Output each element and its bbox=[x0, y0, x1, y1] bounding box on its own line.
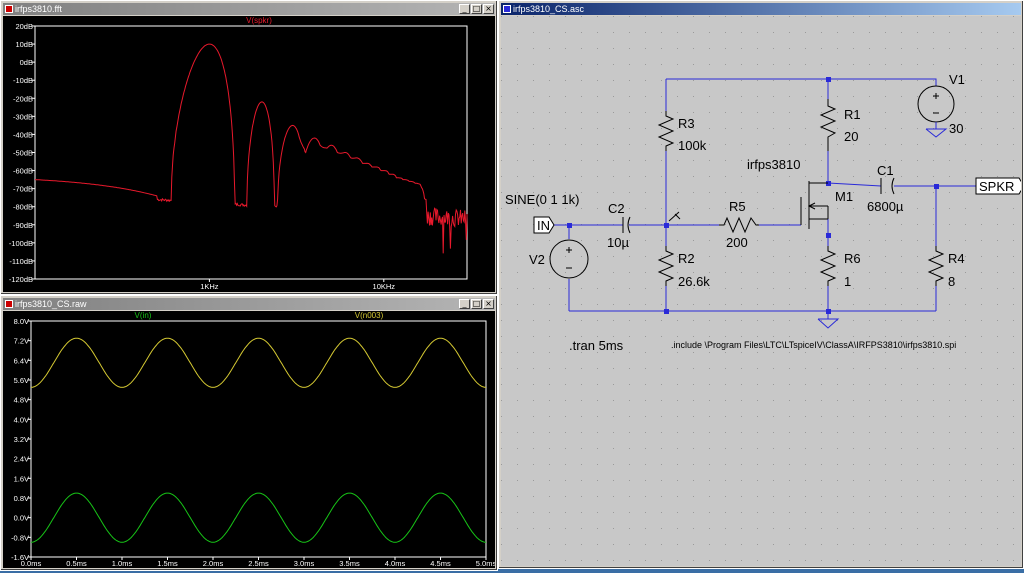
label-r4[interactable]: R4 bbox=[948, 251, 965, 266]
y-tick-label: 1.6V bbox=[14, 474, 29, 483]
label-r5-value[interactable]: 200 bbox=[726, 235, 748, 250]
y-tick-label: 0.0V bbox=[14, 514, 29, 523]
y-tick-label: -120dB bbox=[9, 275, 33, 284]
label-v1-value[interactable]: 30 bbox=[949, 121, 963, 136]
close-button[interactable]: × bbox=[483, 299, 494, 309]
y-tick-label: -80dB bbox=[13, 203, 33, 212]
label-r6-value[interactable]: 1 bbox=[844, 274, 851, 289]
schematic-window-title: irfps3810_CS.asc bbox=[513, 4, 585, 14]
schematic-window-titlebar[interactable]: irfps3810_CS.asc bbox=[501, 3, 1021, 15]
label-r3-value[interactable]: 100k bbox=[678, 138, 707, 153]
label-r4-value[interactable]: 8 bbox=[948, 274, 955, 289]
schematic-grid bbox=[501, 16, 1021, 566]
waveform-window-icon bbox=[5, 5, 13, 13]
x-tick-label: 4.5ms bbox=[430, 559, 451, 568]
y-tick-label: -110dB bbox=[9, 257, 33, 266]
transient-window-title: irfps3810_CS.raw bbox=[15, 299, 87, 309]
net-label-spkr[interactable]: SPKR bbox=[979, 179, 1014, 194]
y-tick-label: 4.0V bbox=[14, 415, 29, 424]
x-tick-label: 4.0ms bbox=[385, 559, 406, 568]
schematic-window-icon bbox=[503, 5, 511, 13]
fft-trace-vspkr[interactable] bbox=[35, 43, 468, 254]
x-tick-label: 0.0ms bbox=[21, 559, 42, 568]
x-tick-label: 5.0ms bbox=[476, 559, 495, 568]
schematic-window: irfps3810_CS.asc V1 30 R1 20 R3 100k irf… bbox=[498, 0, 1024, 569]
spice-directive-tran[interactable]: .tran 5ms bbox=[569, 338, 624, 353]
y-tick-label: 20dB bbox=[15, 22, 33, 31]
label-r6[interactable]: R6 bbox=[844, 251, 861, 266]
y-tick-label: -10dB bbox=[13, 76, 33, 85]
y-tick-label: -30dB bbox=[13, 112, 33, 121]
transient-plot-area[interactable]: V(in) V(n003) 8.0V 7.2V 6.4V 5.6V 4.8V 4.0V 3.… bbox=[3, 311, 496, 568]
minimize-button[interactable]: _ bbox=[459, 299, 470, 309]
label-sine[interactable]: SINE(0 1 1k) bbox=[505, 192, 579, 207]
y-tick-label: -50dB bbox=[13, 149, 33, 158]
y-tick-label: 6.4V bbox=[14, 356, 29, 365]
label-r1-value[interactable]: 20 bbox=[844, 129, 858, 144]
fft-trace-label[interactable]: V(spkr) bbox=[246, 16, 272, 25]
trace-label-vn003[interactable]: V(n003) bbox=[355, 311, 384, 320]
x-tick-label: 2.0ms bbox=[203, 559, 224, 568]
y-tick-label: 7.2V bbox=[14, 337, 29, 346]
label-r2[interactable]: R2 bbox=[678, 251, 695, 266]
y-tick-label: 2.4V bbox=[14, 455, 29, 464]
transient-window: irfps3810_CS.raw _ □ × V(in) V(n003) 8.0… bbox=[0, 295, 498, 571]
fft-window: irfps3810.fft _ □ × V(spkr) 20dB 10dB 0dB -… bbox=[0, 0, 498, 295]
y-tick-label: 0dB bbox=[20, 58, 33, 67]
y-tick-label: 4.8V bbox=[14, 396, 29, 405]
x-tick-label: 1.5ms bbox=[157, 559, 178, 568]
y-tick-label: -20dB bbox=[13, 94, 33, 103]
label-c1-value[interactable]: 6800µ bbox=[867, 199, 904, 214]
fft-window-title: irfps3810.fft bbox=[15, 4, 62, 14]
fft-plot-area[interactable]: V(spkr) 20dB 10dB 0dB -10dB -20dB -30dB -40dB -… bbox=[3, 16, 495, 292]
y-tick-label: -40dB bbox=[13, 130, 33, 139]
label-v2[interactable]: V2 bbox=[529, 252, 545, 267]
label-c2[interactable]: C2 bbox=[608, 201, 625, 216]
label-r1[interactable]: R1 bbox=[844, 107, 861, 122]
fft-plot-svg[interactable]: V(spkr) 20dB 10dB 0dB -10dB -20dB -30dB -40dB -… bbox=[3, 16, 495, 292]
net-label-in[interactable]: IN bbox=[537, 218, 550, 233]
y-tick-label: 8.0V bbox=[14, 317, 29, 326]
label-v1[interactable]: V1 bbox=[949, 72, 965, 87]
close-button[interactable]: × bbox=[483, 4, 494, 14]
label-m1[interactable]: M1 bbox=[835, 189, 853, 204]
x-tick-label: 3.5ms bbox=[339, 559, 360, 568]
x-tick-label: 2.5ms bbox=[248, 559, 269, 568]
schematic-canvas[interactable]: V1 30 R1 20 R3 100k irfps3810 M1 C1 6800… bbox=[501, 16, 1024, 566]
label-r2-value[interactable]: 26.6k bbox=[678, 274, 710, 289]
transient-plot-svg[interactable]: V(in) V(n003) 8.0V 7.2V 6.4V 5.6V 4.8V 4.0V 3.… bbox=[3, 311, 496, 568]
label-r3[interactable]: R3 bbox=[678, 116, 695, 131]
x-tick-label: 1.0ms bbox=[112, 559, 133, 568]
y-tick-label: 5.6V bbox=[14, 376, 29, 385]
label-m1-model[interactable]: irfps3810 bbox=[747, 157, 800, 172]
x-tick-label: 3.0ms bbox=[294, 559, 315, 568]
spice-directive-include[interactable]: .include \Program Files\LTC\LTspiceIV\Cl… bbox=[671, 340, 956, 350]
transient-window-titlebar[interactable]: irfps3810_CS.raw _ □ × bbox=[3, 298, 495, 310]
y-tick-label: -70dB bbox=[13, 185, 33, 194]
trace-vn003[interactable] bbox=[30, 337, 487, 388]
trace-vin[interactable] bbox=[30, 492, 487, 543]
y-tick-label: -90dB bbox=[13, 221, 33, 230]
y-tick-label: 0.8V bbox=[14, 494, 29, 503]
waveform-window-icon bbox=[5, 300, 13, 308]
x-tick-label: 1KHz bbox=[200, 282, 219, 291]
transient-plot-frame bbox=[30, 320, 487, 558]
x-tick-label: 0.5ms bbox=[66, 559, 87, 568]
y-tick-label: -60dB bbox=[13, 167, 33, 176]
y-tick-label: -100dB bbox=[9, 239, 33, 248]
fft-plot-frame bbox=[34, 25, 468, 280]
label-c1[interactable]: C1 bbox=[877, 163, 894, 178]
fft-window-titlebar[interactable]: irfps3810.fft _ □ × bbox=[3, 3, 495, 15]
maximize-button[interactable]: □ bbox=[471, 4, 482, 14]
x-tick-label: 10KHz bbox=[373, 282, 396, 291]
trace-label-vin[interactable]: V(in) bbox=[135, 311, 152, 320]
label-r5[interactable]: R5 bbox=[729, 199, 746, 214]
y-tick-label: 3.2V bbox=[14, 435, 29, 444]
y-tick-label: 10dB bbox=[15, 40, 33, 49]
y-tick-label: -0.8V bbox=[11, 533, 29, 542]
schematic-svg[interactable]: V1 30 R1 20 R3 100k irfps3810 M1 C1 6800… bbox=[501, 16, 1024, 566]
minimize-button[interactable]: _ bbox=[459, 4, 470, 14]
label-c2-value[interactable]: 10µ bbox=[607, 235, 629, 250]
maximize-button[interactable]: □ bbox=[471, 299, 482, 309]
